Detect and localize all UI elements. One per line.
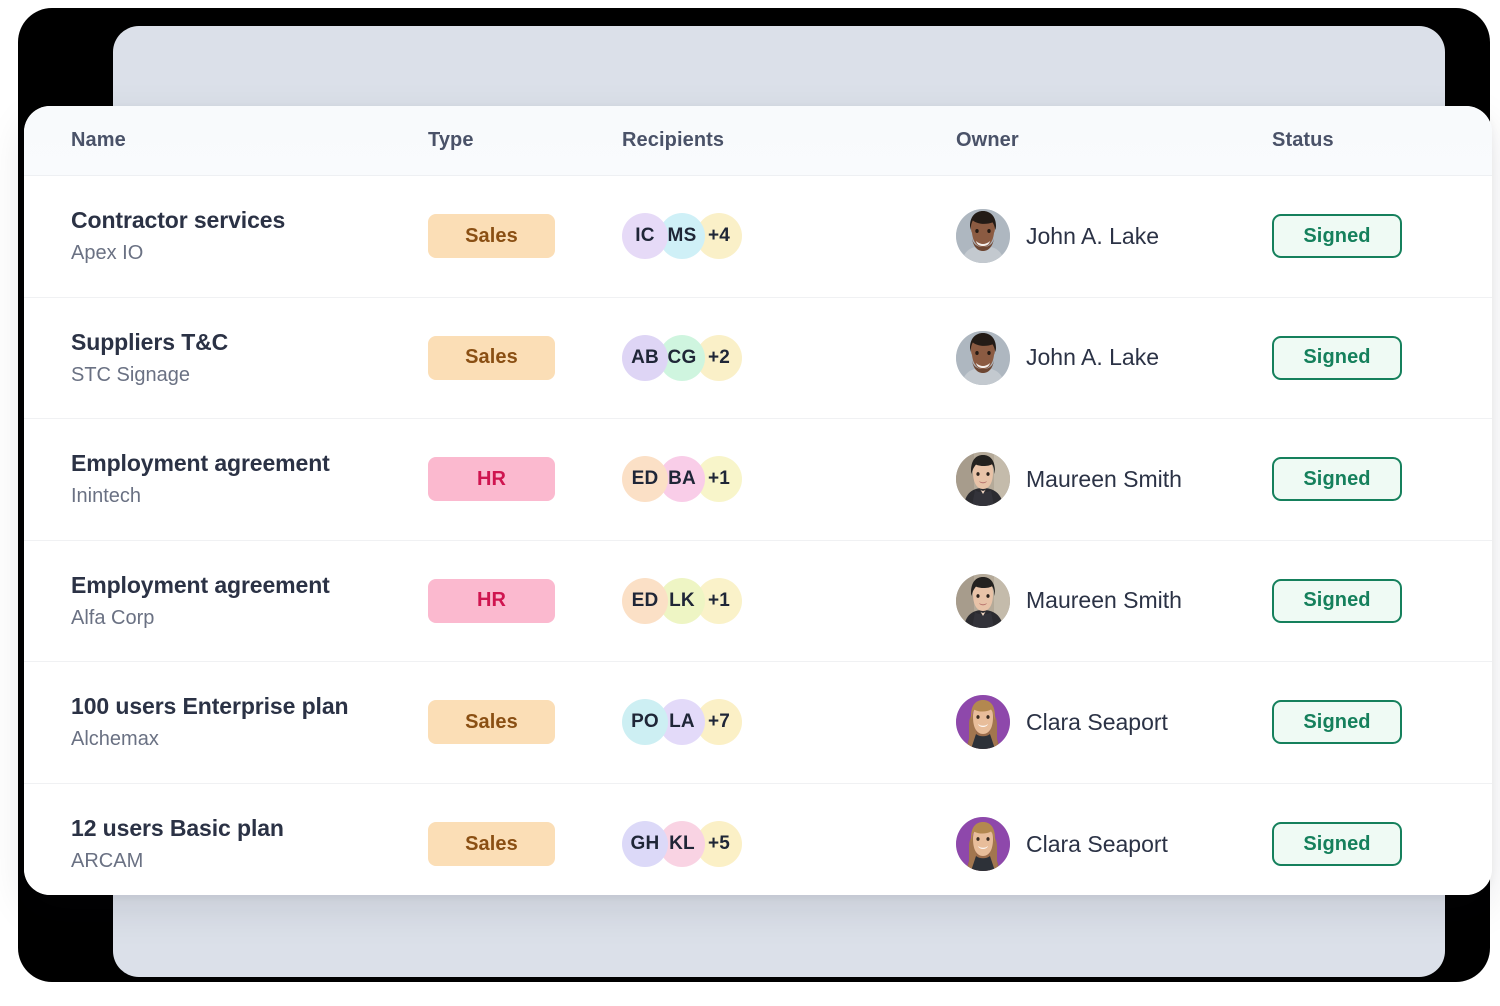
- recipient-avatar[interactable]: ED: [622, 456, 668, 503]
- table-row[interactable]: Suppliers T&C STC Signage Sales AB CG +2 John …: [24, 297, 1492, 419]
- type-badge[interactable]: Sales: [428, 700, 555, 745]
- cell-name[interactable]: Suppliers T&C STC Signage: [24, 328, 428, 388]
- table-row[interactable]: Employment agreement Alfa Corp HR ED LK +1 Mau…: [24, 540, 1492, 662]
- cell-recipients: ED BA +1: [622, 456, 956, 503]
- document-company: Alchemax: [71, 728, 159, 751]
- document-company: Apex IO: [71, 242, 144, 265]
- cell-status: Signed: [1272, 578, 1492, 623]
- cell-status: Signed: [1272, 214, 1492, 259]
- avatar: [956, 209, 1010, 264]
- document-title: Suppliers T&C: [71, 328, 229, 355]
- recipient-avatar-stack: PO LA +7: [622, 699, 956, 746]
- type-badge[interactable]: HR: [428, 457, 555, 502]
- type-badge[interactable]: HR: [428, 578, 555, 623]
- cell-type: Sales: [428, 700, 622, 745]
- cell-owner: John A. Lake: [956, 330, 1272, 385]
- owner-name: Maureen Smith: [1026, 587, 1182, 614]
- column-header-owner[interactable]: Owner: [956, 129, 1272, 152]
- type-badge[interactable]: Sales: [428, 335, 555, 380]
- table-body: Contractor services Apex IO Sales IC MS +4 Joh…: [24, 176, 1492, 895]
- document-title: 12 users Basic plan: [71, 815, 284, 842]
- owner-name: John A. Lake: [1026, 222, 1159, 249]
- cell-recipients: PO LA +7: [622, 699, 956, 746]
- document-title: Employment agreement: [71, 571, 330, 598]
- table-row[interactable]: 12 users Basic plan ARCAM Sales GH KL +5 Clara…: [24, 783, 1492, 895]
- document-title: Contractor services: [71, 207, 286, 234]
- cell-status: Signed: [1272, 335, 1492, 380]
- cell-type: HR: [428, 457, 622, 502]
- recipient-avatar[interactable]: GH: [622, 821, 668, 868]
- document-company: ARCAM: [71, 850, 144, 873]
- cell-recipients: GH KL +5: [622, 821, 956, 868]
- recipient-avatar[interactable]: ED: [622, 577, 668, 624]
- cell-type: Sales: [428, 822, 622, 867]
- column-header-status[interactable]: Status: [1272, 129, 1492, 152]
- cell-name[interactable]: 12 users Basic plan ARCAM: [24, 814, 428, 874]
- table-row[interactable]: Employment agreement Inintech HR ED BA +1 Maur…: [24, 419, 1492, 541]
- avatar: [956, 695, 1010, 750]
- cell-name[interactable]: Contractor services Apex IO: [24, 206, 428, 266]
- cell-owner: Clara Seaport: [956, 817, 1272, 872]
- column-header-recipients[interactable]: Recipients: [622, 129, 956, 152]
- cell-recipients: ED LK +1: [622, 577, 956, 624]
- cell-owner: Maureen Smith: [956, 452, 1272, 507]
- documents-table-card: Name Type Recipients Owner Status Contra…: [24, 106, 1492, 895]
- status-badge[interactable]: Signed: [1272, 822, 1402, 867]
- cell-status: Signed: [1272, 822, 1492, 867]
- cell-recipients: IC MS +4: [622, 213, 956, 260]
- status-badge[interactable]: Signed: [1272, 214, 1402, 259]
- cell-type: Sales: [428, 335, 622, 380]
- document-title: Employment agreement: [71, 450, 330, 477]
- cell-type: Sales: [428, 214, 622, 259]
- recipient-avatar-stack: AB CG +2: [622, 334, 956, 381]
- cell-owner: Maureen Smith: [956, 573, 1272, 628]
- status-badge[interactable]: Signed: [1272, 335, 1402, 380]
- type-badge[interactable]: Sales: [428, 214, 555, 259]
- cell-name[interactable]: 100 users Enterprise plan Alchemax: [24, 692, 428, 752]
- cell-status: Signed: [1272, 457, 1492, 502]
- cell-owner: Clara Seaport: [956, 695, 1272, 750]
- owner-name: John A. Lake: [1026, 344, 1159, 371]
- recipient-avatar-stack: ED BA +1: [622, 456, 956, 503]
- avatar: [956, 817, 1010, 872]
- status-badge[interactable]: Signed: [1272, 578, 1402, 623]
- owner-name: Maureen Smith: [1026, 465, 1182, 492]
- document-company: Alfa Corp: [71, 606, 155, 629]
- recipient-avatar-stack: ED LK +1: [622, 577, 956, 624]
- table-row[interactable]: 100 users Enterprise plan Alchemax Sales PO…: [24, 662, 1492, 784]
- cell-owner: John A. Lake: [956, 209, 1272, 264]
- recipient-avatar-stack: IC MS +4: [622, 213, 956, 260]
- cell-status: Signed: [1272, 700, 1492, 745]
- recipient-avatar-stack: GH KL +5: [622, 821, 956, 868]
- owner-name: Clara Seaport: [1026, 708, 1168, 735]
- avatar: [956, 330, 1010, 385]
- avatar: [956, 573, 1010, 628]
- document-company: STC Signage: [71, 363, 190, 386]
- status-badge[interactable]: Signed: [1272, 700, 1402, 745]
- table-header-row: Name Type Recipients Owner Status: [24, 106, 1492, 176]
- recipient-avatar[interactable]: AB: [622, 334, 668, 381]
- type-badge[interactable]: Sales: [428, 822, 555, 867]
- column-header-type[interactable]: Type: [428, 129, 622, 152]
- status-badge[interactable]: Signed: [1272, 457, 1402, 502]
- cell-name[interactable]: Employment agreement Alfa Corp: [24, 571, 428, 631]
- cell-type: HR: [428, 578, 622, 623]
- document-title: 100 users Enterprise plan: [71, 693, 349, 720]
- column-header-name[interactable]: Name: [24, 129, 428, 152]
- cell-name[interactable]: Employment agreement Inintech: [24, 449, 428, 509]
- recipient-avatar[interactable]: PO: [622, 699, 668, 746]
- cell-recipients: AB CG +2: [622, 334, 956, 381]
- table-row[interactable]: Contractor services Apex IO Sales IC MS +4 Joh…: [24, 176, 1492, 298]
- owner-name: Clara Seaport: [1026, 830, 1168, 857]
- avatar: [956, 452, 1010, 507]
- screenshot-stage: Name Type Recipients Owner Status Contra…: [0, 0, 1500, 1006]
- recipient-avatar[interactable]: IC: [622, 213, 668, 260]
- document-company: Inintech: [71, 485, 142, 508]
